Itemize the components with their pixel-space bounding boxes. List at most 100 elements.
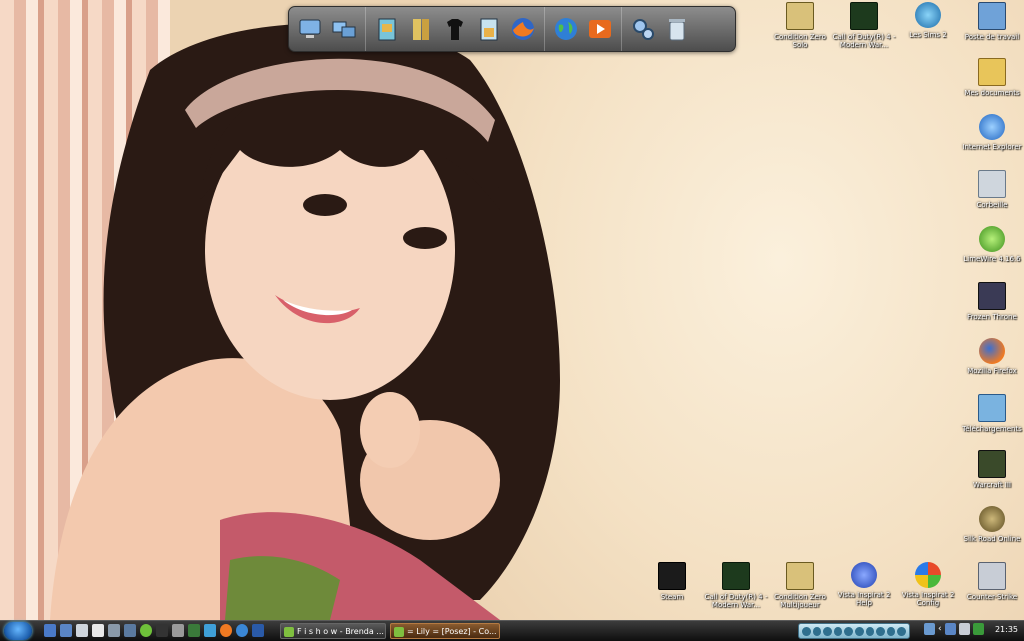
- volume-icon[interactable]: [958, 623, 970, 635]
- documents-folder-icon[interactable]: [475, 14, 503, 44]
- firefox-icon[interactable]: [509, 14, 537, 44]
- network-icon[interactable]: [124, 624, 136, 637]
- recycle-bin-icon: [978, 170, 1006, 198]
- tshirt-icon[interactable]: [441, 14, 469, 44]
- desktop-icon-label: Call of Duty(R) 4 - Modern War...: [832, 33, 896, 49]
- desktop-icon-label: Corbeille: [976, 201, 1008, 209]
- desktop-icon-label: Mes documents: [964, 89, 1020, 97]
- firefox-icon[interactable]: [220, 624, 232, 637]
- folder-library-icon[interactable]: [407, 14, 435, 44]
- messenger-icon[interactable]: [972, 623, 984, 635]
- wallpaper-portrait: [50, 23, 560, 620]
- play-icon[interactable]: [833, 626, 843, 636]
- expand-icon[interactable]: [897, 626, 906, 636]
- recycle-bin-icon[interactable]: [108, 624, 120, 637]
- desktop-icon-label: Call of Duty(R) 4 - Modern War...: [704, 593, 768, 609]
- desktop-icon-frozen-throne[interactable]: Frozen Throne: [959, 282, 1024, 321]
- show-desktop-icon[interactable]: [44, 624, 56, 637]
- desktop-icon-silk-road-online[interactable]: Silk Road Online: [959, 506, 1024, 543]
- settings-gears-icon[interactable]: [629, 14, 657, 44]
- app-icon[interactable]: [802, 626, 811, 636]
- desktop-icon-warcraft-iii[interactable]: Warcraft III: [959, 450, 1024, 489]
- desktop-icon-internet-explorer[interactable]: Internet Explorer: [959, 114, 1024, 151]
- desktop-icon-label: Condition Zero Multijoueur: [774, 593, 826, 609]
- car-icon[interactable]: [92, 624, 104, 637]
- start-button[interactable]: [4, 622, 32, 640]
- desktop-icon-vista-inspirat-config[interactable]: Vista Inspirat 2 Config: [895, 562, 961, 607]
- desktop-icon-label: Poste de travail: [964, 33, 1020, 41]
- desktop-icon-corbeille[interactable]: Corbeille: [959, 170, 1024, 209]
- recycle-bin-icon[interactable]: [663, 14, 691, 44]
- taskbar-window-2[interactable]: = Lily = [Posez] - Co...: [390, 623, 500, 639]
- internet-explorer-icon[interactable]: [236, 624, 248, 637]
- clock[interactable]: 21:35: [995, 625, 1018, 634]
- computer-icon: [978, 2, 1006, 30]
- window-app-icon: [284, 627, 294, 637]
- folder-pictures-icon[interactable]: [373, 14, 401, 44]
- previous-icon[interactable]: [844, 626, 853, 636]
- network-icon[interactable]: [944, 623, 956, 635]
- desktop-icon-call-of-duty-2[interactable]: Call of Duty(R) 4 - Modern War...: [703, 562, 769, 609]
- limewire-icon[interactable]: [140, 624, 152, 637]
- call-of-duty-icon: [722, 562, 750, 590]
- desktop-icon-telechargements[interactable]: Téléchargements: [959, 394, 1024, 433]
- call-of-duty-icon: [850, 2, 878, 30]
- messenger-icon[interactable]: [204, 624, 216, 637]
- desktop-icon-label: Warcraft III: [972, 481, 1011, 489]
- task-label: = Lily = [Posez] - Co...: [407, 627, 497, 636]
- desktop-icon-call-of-duty[interactable]: Call of Duty(R) 4 - Modern War...: [831, 2, 897, 49]
- forward-icon[interactable]: [876, 626, 885, 636]
- documents-folder-icon: [978, 58, 1006, 86]
- desktop-icon-les-sims-2[interactable]: Les Sims 2: [895, 2, 961, 39]
- desktop-icon-condition-zero-solo[interactable]: Condition Zero Solo: [767, 2, 833, 49]
- counter-strike-cz-icon: [786, 562, 814, 590]
- desktop-icon-steam[interactable]: Steam: [639, 562, 705, 601]
- next-icon[interactable]: [854, 626, 864, 636]
- firefox-icon: [979, 338, 1005, 364]
- desktop-icon-label: Counter-Strike: [966, 593, 1018, 601]
- dock-group-web: [545, 7, 622, 51]
- dock-group-system: [289, 7, 366, 51]
- windows-flag-icon: [915, 562, 941, 588]
- desktop-icon-mes-documents[interactable]: Mes documents: [959, 58, 1024, 97]
- steam-icon[interactable]: [156, 624, 168, 637]
- taskbar-window-1[interactable]: F i s h o w - Brenda ...: [280, 623, 386, 639]
- chevron-left-icon[interactable]: ‹: [938, 624, 942, 634]
- switch-windows-icon[interactable]: [60, 624, 72, 637]
- desktop-icon-condition-zero-multi[interactable]: Condition Zero Multijoueur: [767, 562, 833, 609]
- desktop-icon-counter-strike[interactable]: Counter-Strike: [959, 562, 1024, 601]
- tray-app-icon[interactable]: [924, 623, 935, 635]
- desktop-icon-label: Frozen Throne: [967, 313, 1017, 321]
- globe-icon[interactable]: [552, 14, 580, 44]
- menu-icon[interactable]: [252, 624, 264, 637]
- desktop-icon-vista-inspirat-help[interactable]: Vista Inspirat 2 Help: [831, 562, 897, 607]
- desktop-icon-label: Condition Zero Solo: [774, 33, 826, 49]
- task-label: F i s h o w - Brenda ...: [297, 627, 384, 636]
- call-of-duty-icon[interactable]: [188, 624, 200, 637]
- counter-strike-cz-icon: [786, 2, 814, 30]
- media-icon[interactable]: [76, 624, 88, 637]
- sims-plumbob-icon: [915, 2, 941, 28]
- dock-group-folders: [366, 7, 545, 51]
- desktop-wallpaper: [0, 0, 1024, 620]
- quick-launch: [44, 624, 264, 637]
- taskbar: F i s h o w - Brenda ... = Lily = [Posez…: [0, 620, 1024, 641]
- desktop-icon-label: Vista Inspirat 2 Config: [901, 591, 955, 607]
- stop-icon[interactable]: [812, 626, 822, 636]
- computer-icon[interactable]: [296, 14, 324, 44]
- desktop-icon-mozilla-firefox[interactable]: Mozilla Firefox: [959, 338, 1024, 375]
- volume-icon[interactable]: [886, 626, 896, 636]
- desktop-icon-limewire[interactable]: LimeWire 4.16.6: [959, 226, 1024, 263]
- network-icon[interactable]: [330, 14, 358, 44]
- media-player-icon[interactable]: [586, 14, 614, 44]
- desktop-icon-label: Vista Inspirat 2 Help: [837, 591, 891, 607]
- window-app-icon: [394, 627, 404, 637]
- steam-icon: [658, 562, 686, 590]
- app-icon[interactable]: [172, 624, 184, 637]
- desktop-icon-poste-de-travail[interactable]: Poste de travail: [959, 2, 1024, 41]
- pause-icon[interactable]: [823, 626, 832, 636]
- warcraft-icon: [978, 450, 1006, 478]
- help-icon: [851, 562, 877, 588]
- rewind-icon[interactable]: [865, 626, 875, 636]
- system-tray: ‹: [924, 623, 984, 635]
